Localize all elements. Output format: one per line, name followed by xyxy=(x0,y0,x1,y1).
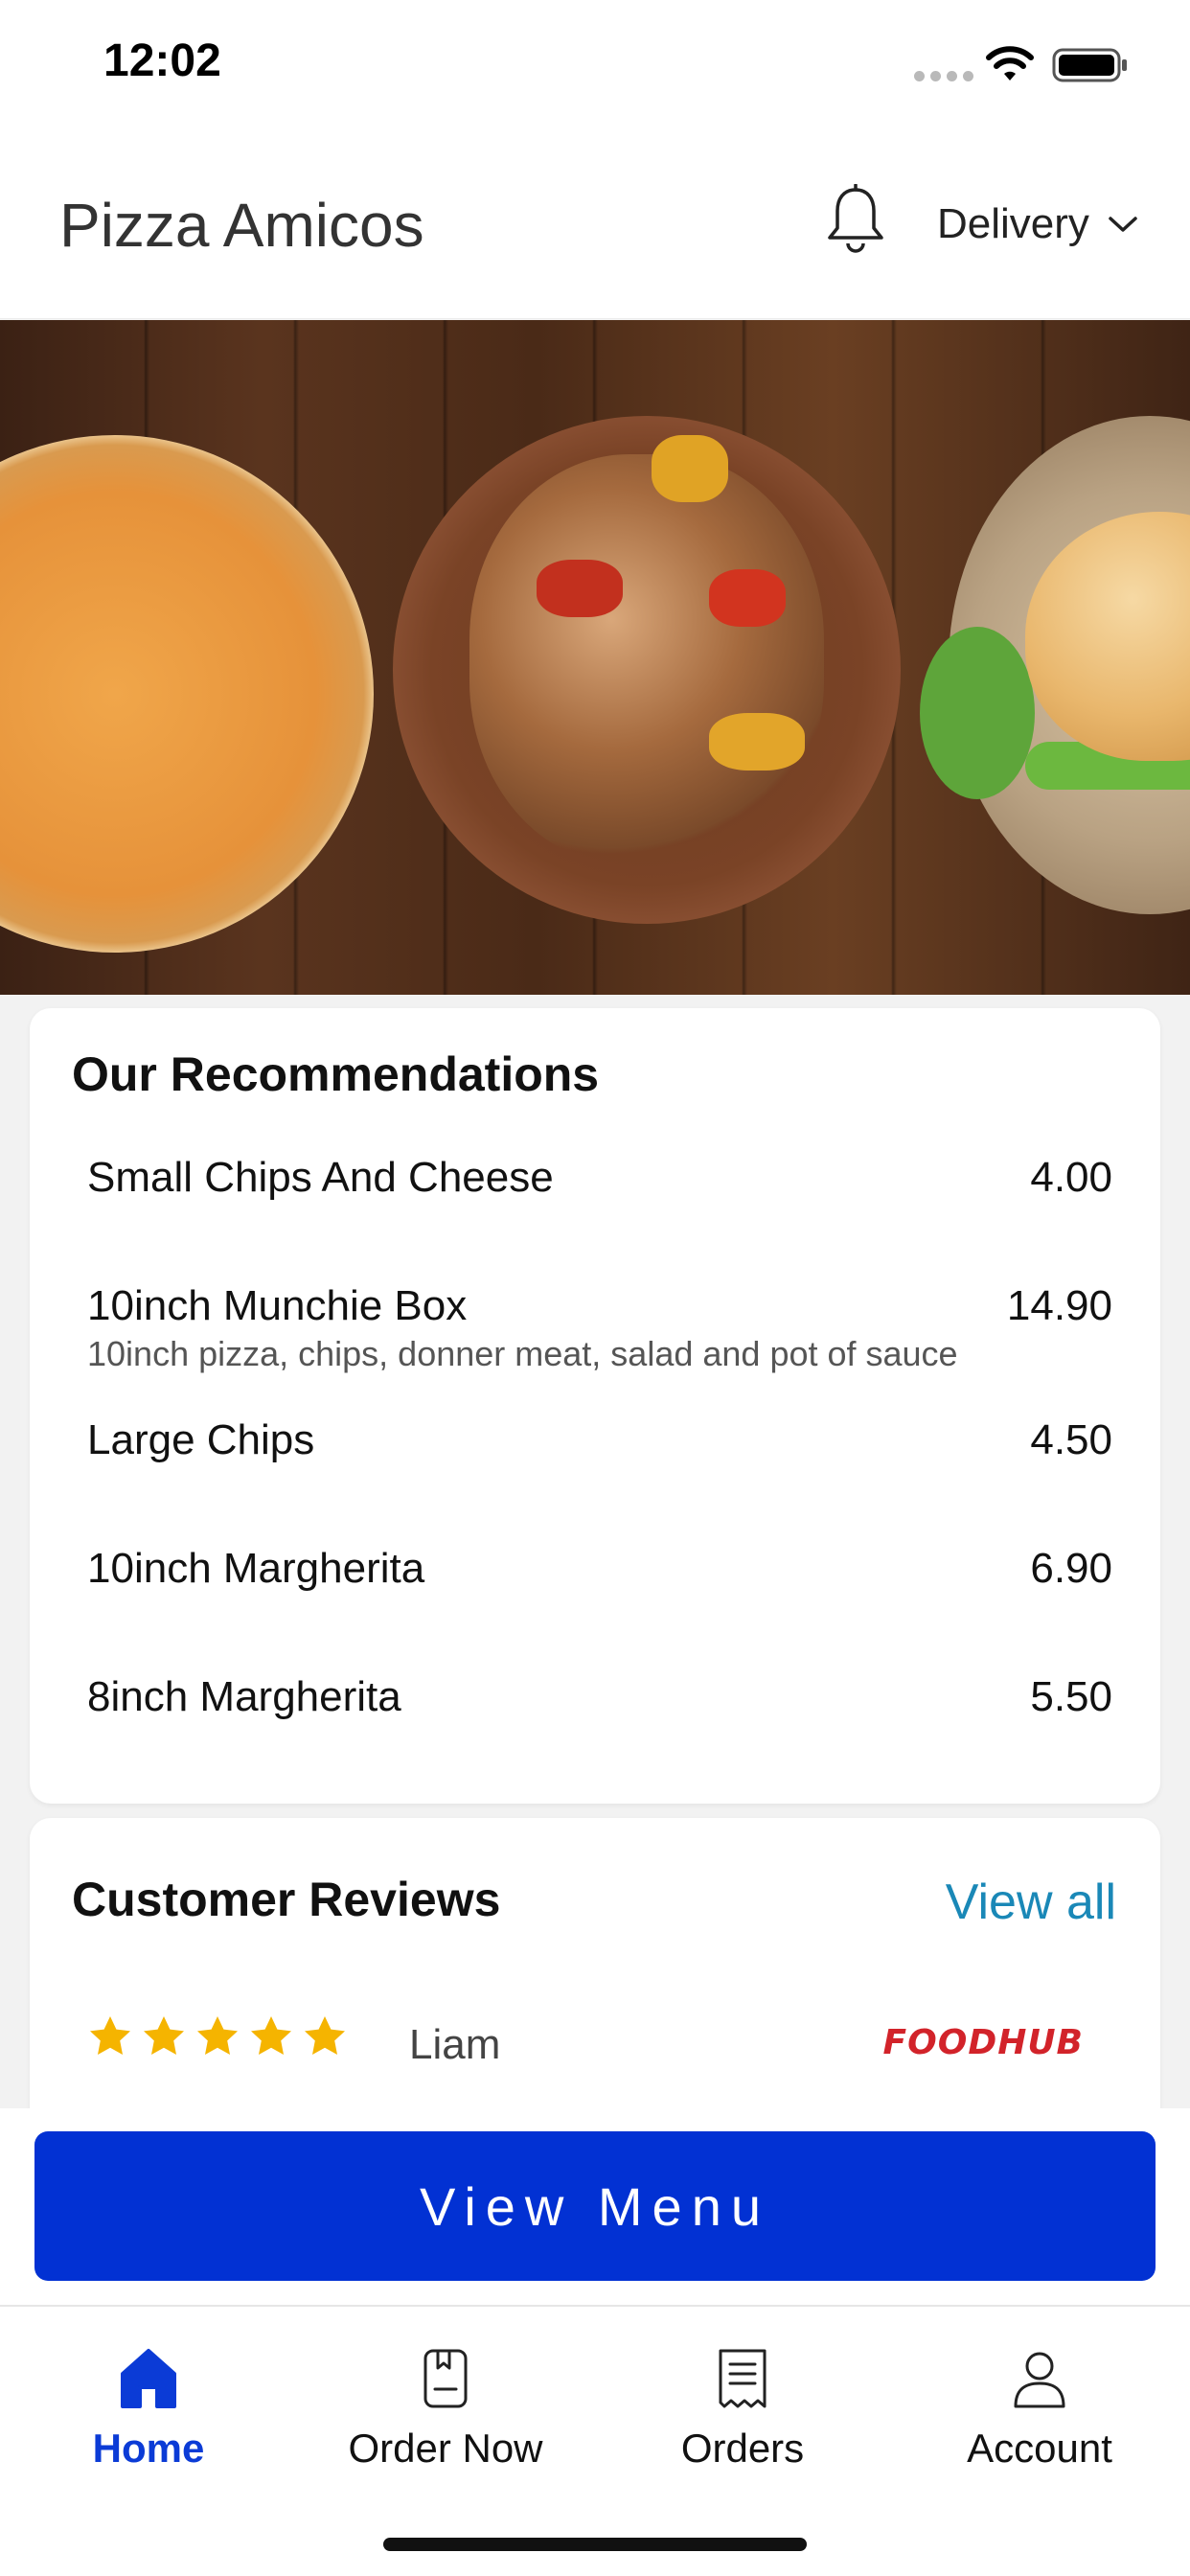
home-indicator[interactable] xyxy=(383,2538,807,2551)
recommendation-item[interactable]: 10inch Munchie Box 14.90 10inch pizza, c… xyxy=(87,1282,1112,1382)
app-header: Pizza Amicos Delivery xyxy=(0,125,1190,319)
bell-icon[interactable] xyxy=(824,184,887,257)
item-name: 10inch Margherita xyxy=(87,1545,425,1592)
star-icon xyxy=(197,2016,238,2055)
recommendations-card: Our Recommendations Small Chips And Chee… xyxy=(30,1008,1160,1804)
recommendation-item[interactable]: Small Chips And Cheese 4.00 xyxy=(87,1154,1112,1211)
view-menu-button[interactable]: View Menu xyxy=(34,2131,1156,2281)
wifi-icon xyxy=(986,46,1034,80)
store-name: Pizza Amicos xyxy=(59,191,424,260)
review-item: Liam FOODHUB xyxy=(87,2010,1112,2077)
menu-book-icon xyxy=(423,2349,468,2408)
skewers-image xyxy=(469,454,824,866)
battery-icon xyxy=(1052,48,1127,82)
star-icon xyxy=(251,2016,291,2055)
nav-label-order-now: Order Now xyxy=(348,2426,543,2471)
nav-item-home[interactable]: Home xyxy=(5,2345,292,2489)
item-price: 4.50 xyxy=(1030,1416,1112,1463)
item-description: 10inch pizza, chips, donner meat, salad … xyxy=(87,1334,958,1373)
nav-label-account: Account xyxy=(967,2426,1112,2471)
home-icon xyxy=(121,2349,176,2408)
user-icon xyxy=(1014,2352,1065,2408)
item-name: 8inch Margherita xyxy=(87,1673,401,1720)
nav-item-order-now[interactable]: Order Now xyxy=(302,2345,589,2489)
nav-item-account[interactable]: Account xyxy=(896,2345,1183,2489)
item-name: Large Chips xyxy=(87,1416,315,1463)
nav-label-home: Home xyxy=(92,2426,205,2471)
item-name: Small Chips And Cheese xyxy=(87,1154,554,1201)
status-time: 12:02 xyxy=(103,35,221,86)
item-price: 6.90 xyxy=(1030,1545,1112,1592)
status-bar: 12:02 xyxy=(0,0,1190,125)
cellular-signal-icon xyxy=(914,71,973,81)
recommendation-item[interactable]: Large Chips 4.50 xyxy=(87,1416,1112,1474)
chevron-down-icon xyxy=(1109,217,1137,232)
star-icon xyxy=(305,2016,345,2055)
reviewer-name: Liam xyxy=(409,2021,501,2068)
view-menu-bar: View Menu xyxy=(0,2108,1190,2305)
star-icon xyxy=(144,2016,184,2055)
nav-label-orders: Orders xyxy=(680,2426,805,2471)
customer-reviews-card: Customer Reviews View all Liam FOODHUB xyxy=(30,1818,1160,2125)
item-name: 10inch Munchie Box xyxy=(87,1282,468,1329)
hero-food-image xyxy=(0,320,1190,995)
recommendations-title: Our Recommendations xyxy=(72,1047,600,1101)
item-price: 4.00 xyxy=(1030,1154,1112,1201)
item-price: 14.90 xyxy=(1006,1282,1112,1329)
recommendation-item[interactable]: 8inch Margherita 5.50 xyxy=(87,1673,1112,1731)
view-all-reviews-link[interactable]: View all xyxy=(946,1874,1116,1931)
nav-item-orders[interactable]: Orders xyxy=(599,2345,886,2489)
item-price: 5.50 xyxy=(1030,1673,1112,1720)
foodhub-logo: FOODHUB xyxy=(882,2023,1084,2062)
order-mode-dropdown[interactable]: Delivery xyxy=(937,197,1139,251)
rating-stars xyxy=(87,2013,348,2059)
order-mode-label: Delivery xyxy=(937,200,1089,247)
receipt-icon xyxy=(719,2349,767,2408)
star-icon xyxy=(90,2016,130,2055)
recommendation-item[interactable]: 10inch Margherita 6.90 xyxy=(87,1545,1112,1602)
reviews-title: Customer Reviews xyxy=(72,1873,501,1926)
bottom-navigation: Home Order Now Orders Account xyxy=(0,2305,1190,2576)
